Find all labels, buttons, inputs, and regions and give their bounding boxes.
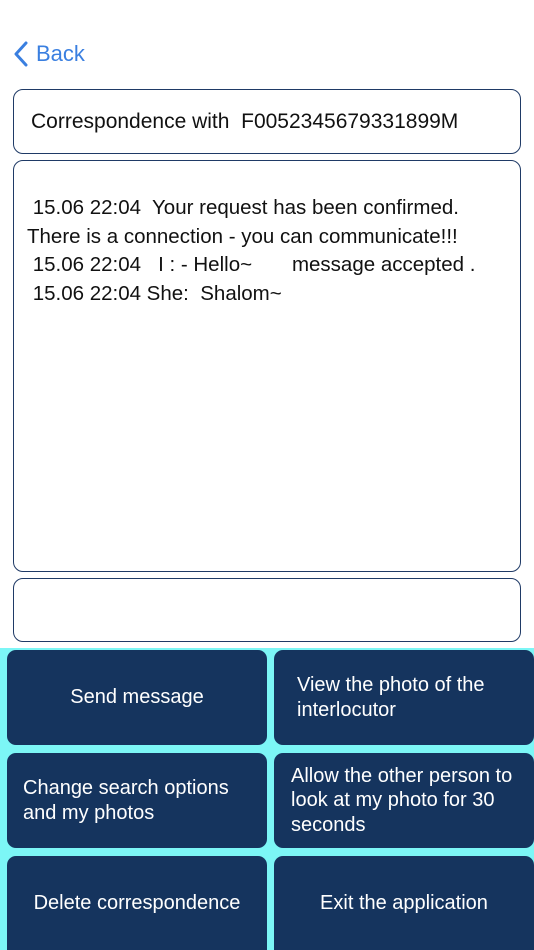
- send-message-button[interactable]: Send message: [7, 650, 267, 745]
- view-photo-button[interactable]: View the photo of the interlocutor: [274, 650, 534, 745]
- back-label: Back: [36, 41, 85, 66]
- chat-log: 15.06 22:04 Your request has been confir…: [13, 160, 521, 572]
- exit-application-button[interactable]: Exit the application: [274, 856, 534, 950]
- chevron-left-icon: [14, 41, 28, 67]
- chat-line: 15.06 22:04 I : - Hello~ message accepte…: [27, 253, 476, 276]
- correspondence-title: Correspondence with F0052345679331899M: [13, 89, 521, 154]
- change-search-options-button[interactable]: Change search options and my photos: [7, 753, 267, 848]
- chat-line: There is a connection - you can communic…: [27, 224, 458, 248]
- delete-correspondence-button[interactable]: Delete correspondence: [7, 856, 267, 950]
- message-input[interactable]: [13, 578, 521, 642]
- chat-line: 15.06 22:04 Your request has been confir…: [27, 196, 459, 219]
- chat-line: 15.06 22:04 She: Shalom~: [27, 281, 282, 305]
- back-button[interactable]: Back: [14, 38, 85, 70]
- allow-photo-view-button[interactable]: Allow the other person to look at my pho…: [274, 753, 534, 848]
